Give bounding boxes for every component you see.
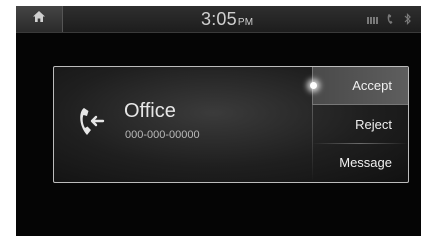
clock-ampm: PM bbox=[237, 17, 254, 28]
status-bar: 3:05PM bbox=[16, 6, 421, 33]
bluetooth-icon bbox=[403, 12, 413, 30]
message-button[interactable]: Message bbox=[312, 143, 408, 181]
selection-indicator bbox=[310, 82, 317, 89]
caller-number: 000-000-00000 bbox=[125, 129, 200, 141]
message-label: Message bbox=[339, 154, 392, 170]
reject-label: Reject bbox=[355, 116, 392, 132]
status-icons bbox=[367, 12, 413, 30]
home-button[interactable] bbox=[16, 6, 63, 32]
incoming-call-icon bbox=[76, 105, 110, 144]
call-actions: Accept Reject Message bbox=[310, 67, 408, 182]
clock: 3:05PM bbox=[201, 9, 253, 30]
caller-name: Office bbox=[124, 100, 176, 122]
incoming-call-panel: Office 000-000-00000 Accept Reject Messa… bbox=[53, 66, 409, 183]
home-icon bbox=[32, 10, 46, 28]
phone-handset-icon bbox=[386, 12, 396, 30]
reject-button[interactable]: Reject bbox=[312, 105, 408, 143]
head-unit-screen: 3:05PM Office 000-000-00000 Accept Rejec… bbox=[16, 6, 421, 236]
clock-time: 3:05 bbox=[201, 9, 237, 29]
accept-label: Accept bbox=[352, 78, 392, 93]
signal-battery-icon bbox=[367, 12, 379, 30]
accept-button[interactable]: Accept bbox=[310, 67, 408, 105]
